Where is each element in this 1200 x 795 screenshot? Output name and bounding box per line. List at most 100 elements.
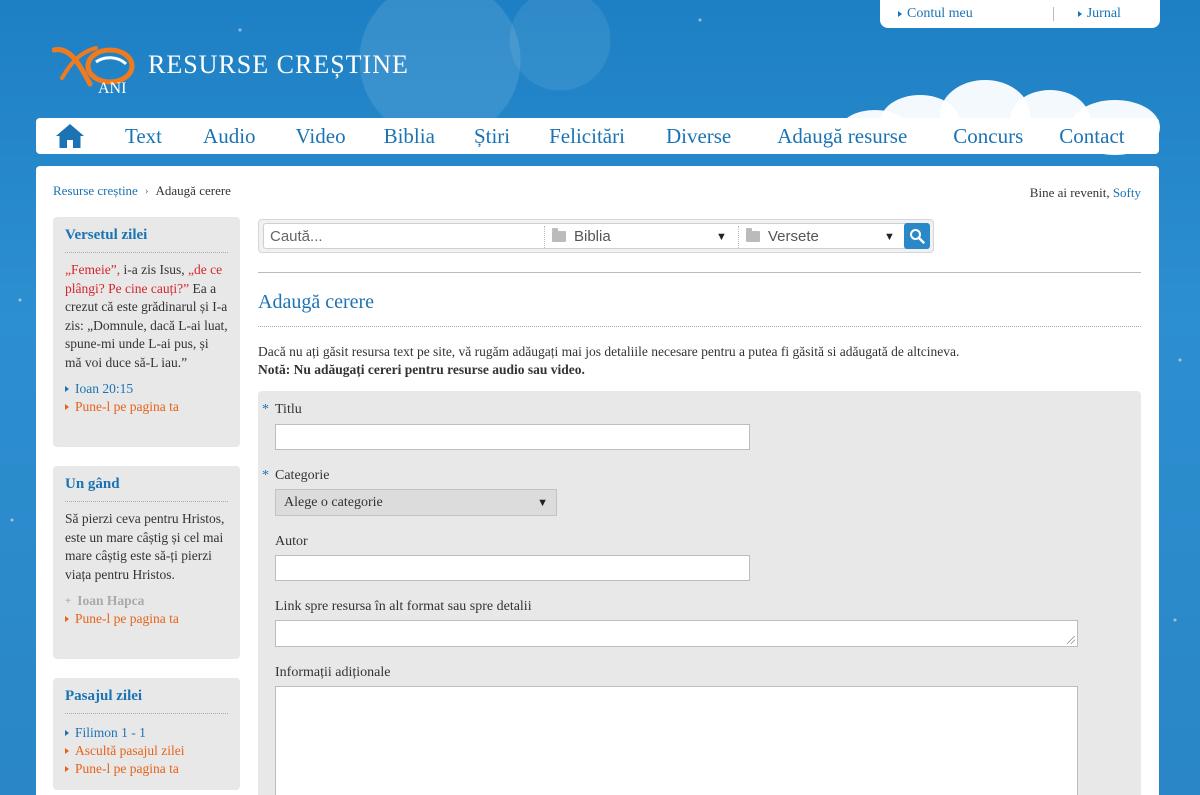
divider [738, 226, 739, 248]
verse-share-link[interactable]: Pune-l pe pagina ta [65, 398, 228, 416]
chevron-down-icon: ▼ [884, 230, 895, 243]
title-input[interactable] [275, 424, 750, 450]
nav-item-felicitari[interactable]: Felicitări [549, 124, 625, 149]
search-scope-value: Biblia [574, 228, 611, 245]
search-bar: Caută... Biblia ▼ Versete ▼ [258, 219, 934, 253]
folder-icon [552, 228, 566, 242]
chevron-down-icon: ▼ [537, 496, 548, 509]
request-form: * Titlu * Categorie Alege o categorie ▼ … [258, 391, 1141, 795]
arrow-right-icon [898, 11, 902, 17]
category-selected-value: Alege o categorie [284, 494, 383, 510]
breadcrumb-separator-icon: › [144, 185, 149, 197]
passage-share-label: Pune-l pe pagina ta [75, 761, 179, 776]
nav-home[interactable] [36, 118, 104, 154]
arrow-right-icon [65, 386, 69, 392]
verse-text: „Femeie”, i-a zis Isus, „de ce plângi? P… [65, 261, 228, 372]
verse-share-label: Pune-l pe pagina ta [75, 399, 179, 414]
nav-item-contact[interactable]: Contact [1059, 124, 1124, 149]
search-type-select[interactable]: Versete ▼ [738, 226, 896, 248]
nav-item-text[interactable]: Text [125, 124, 162, 149]
folder-icon [746, 228, 760, 242]
passage-of-day-box: Pasajul zilei Filimon 1 - 1 Ascultă pasa… [53, 678, 240, 790]
arrow-right-icon [65, 616, 69, 622]
divider [258, 326, 1141, 327]
verse-reference: Ioan 20:15 [75, 381, 134, 396]
nav-item-concurs[interactable]: Concurs [953, 124, 1023, 149]
passage-share-link[interactable]: Pune-l pe pagina ta [65, 760, 228, 778]
passage-listen-link[interactable]: Ascultă pasajul zilei [65, 742, 228, 760]
search-scope-select[interactable]: Biblia ▼ [544, 226, 727, 248]
nav-item-adauga-resurse[interactable]: Adaugă resurse [777, 124, 907, 149]
journal-link-label: Jurnal [1086, 6, 1121, 21]
passage-reference-link[interactable]: Filimon 1 - 1 [65, 724, 228, 742]
divider [1052, 7, 1054, 21]
thought-title: Un gând [65, 476, 228, 502]
nav-item-diverse[interactable]: Diverse [666, 124, 731, 149]
arrow-right-icon [65, 748, 69, 754]
additional-info-label: Informații adiționale [275, 665, 391, 680]
breadcrumb-home[interactable]: Resurse creștine [53, 183, 138, 199]
passage-reference: Filimon 1 - 1 [75, 725, 146, 740]
nav-item-biblia[interactable]: Biblia [384, 124, 435, 149]
divider [544, 226, 545, 248]
arrow-right-icon [1077, 11, 1082, 17]
user-bar: Contul meu Jurnal [880, 0, 1160, 28]
search-type-value: Versete [768, 228, 819, 245]
thought-text: Să pierzi ceva pentru Hristos, este un m… [65, 511, 225, 582]
nav-item-audio[interactable]: Audio [203, 124, 256, 149]
verse-of-day-box: Versetul zilei „Femeie”, i-a zis Isus, „… [53, 217, 240, 447]
search-icon [910, 229, 925, 244]
search-button[interactable] [904, 223, 930, 249]
category-label: Categorie [275, 468, 330, 483]
arrow-right-icon [65, 730, 69, 736]
thought-share-link[interactable]: Pune-l pe pagina ta [65, 610, 228, 628]
journal-link[interactable]: Jurnal [1077, 6, 1121, 22]
account-link[interactable]: Contul meu [898, 6, 973, 22]
thought-share-label: Pune-l pe pagina ta [75, 611, 179, 626]
account-link-label: Contul meu [907, 6, 973, 21]
passage-listen-label: Ascultă pasajul zilei [75, 743, 185, 758]
welcome-text: Bine ai revenit, [1029, 185, 1110, 200]
site-logo[interactable]: ANI RESURSE CREȘTINE [51, 40, 409, 98]
nav-item-stiri[interactable]: Știri [474, 124, 510, 149]
home-icon [56, 124, 84, 148]
required-marker: * [262, 402, 269, 417]
welcome-message: Bine ai revenit, Softy [1030, 185, 1141, 201]
verse-quote-1: „Femeie”, [65, 262, 121, 277]
logo-title: RESURSE CREȘTINE [148, 50, 409, 79]
intro-text: Dacă nu ați găsit resursa text pe site, … [258, 343, 1141, 379]
verse-narration-1: i-a zis Isus, [120, 262, 188, 277]
nav-item-video[interactable]: Video [296, 124, 346, 149]
passage-title: Pasajul zilei [65, 688, 228, 714]
verse-reference-link[interactable]: Ioan 20:15 [65, 380, 228, 398]
breadcrumb: Resurse creștine › Adaugă cerere [53, 183, 231, 199]
verse-of-day-title: Versetul zilei [65, 227, 228, 253]
arrow-right-icon [65, 766, 69, 772]
page-title: Adaugă cerere [258, 291, 375, 313]
author-label: Autor [275, 534, 308, 549]
link-textarea[interactable] [275, 620, 1078, 647]
intro-note: Notă: Nu adăugați cereri pentru resurse … [258, 362, 585, 377]
thought-author-link[interactable]: + Ioan Hapca [65, 592, 228, 610]
search-field: Caută... Biblia ▼ Versete ▼ [263, 223, 929, 249]
chevron-down-icon: ▼ [716, 230, 727, 243]
resize-handle-icon[interactable] [1067, 636, 1075, 644]
main-nav: Text Audio Video Biblia Știri Felicitări… [36, 118, 1159, 154]
title-label: Titlu [275, 402, 302, 417]
logo-mark-icon: ANI [51, 40, 136, 98]
thought-author: Ioan Hapca [77, 593, 145, 608]
intro-paragraph: Dacă nu ați găsit resursa text pe site, … [258, 344, 960, 359]
required-marker: * [262, 468, 269, 483]
link-label: Link spre resursa în alt format sau spre… [275, 599, 532, 614]
thought-box: Un gând Să pierzi ceva pentru Hristos, e… [53, 466, 240, 659]
category-select[interactable]: Alege o categorie ▼ [275, 489, 557, 516]
content-panel: Resurse creștine › Adaugă cerere Bine ai… [36, 166, 1159, 795]
username-link[interactable]: Softy [1113, 185, 1141, 200]
author-input[interactable] [275, 555, 750, 581]
arrow-right-icon [65, 404, 69, 410]
search-input[interactable]: Caută... [270, 228, 323, 245]
cross-icon: + [65, 595, 72, 607]
divider [258, 272, 1141, 273]
logo-badge: ANI [98, 80, 127, 97]
additional-info-textarea[interactable] [275, 686, 1078, 795]
